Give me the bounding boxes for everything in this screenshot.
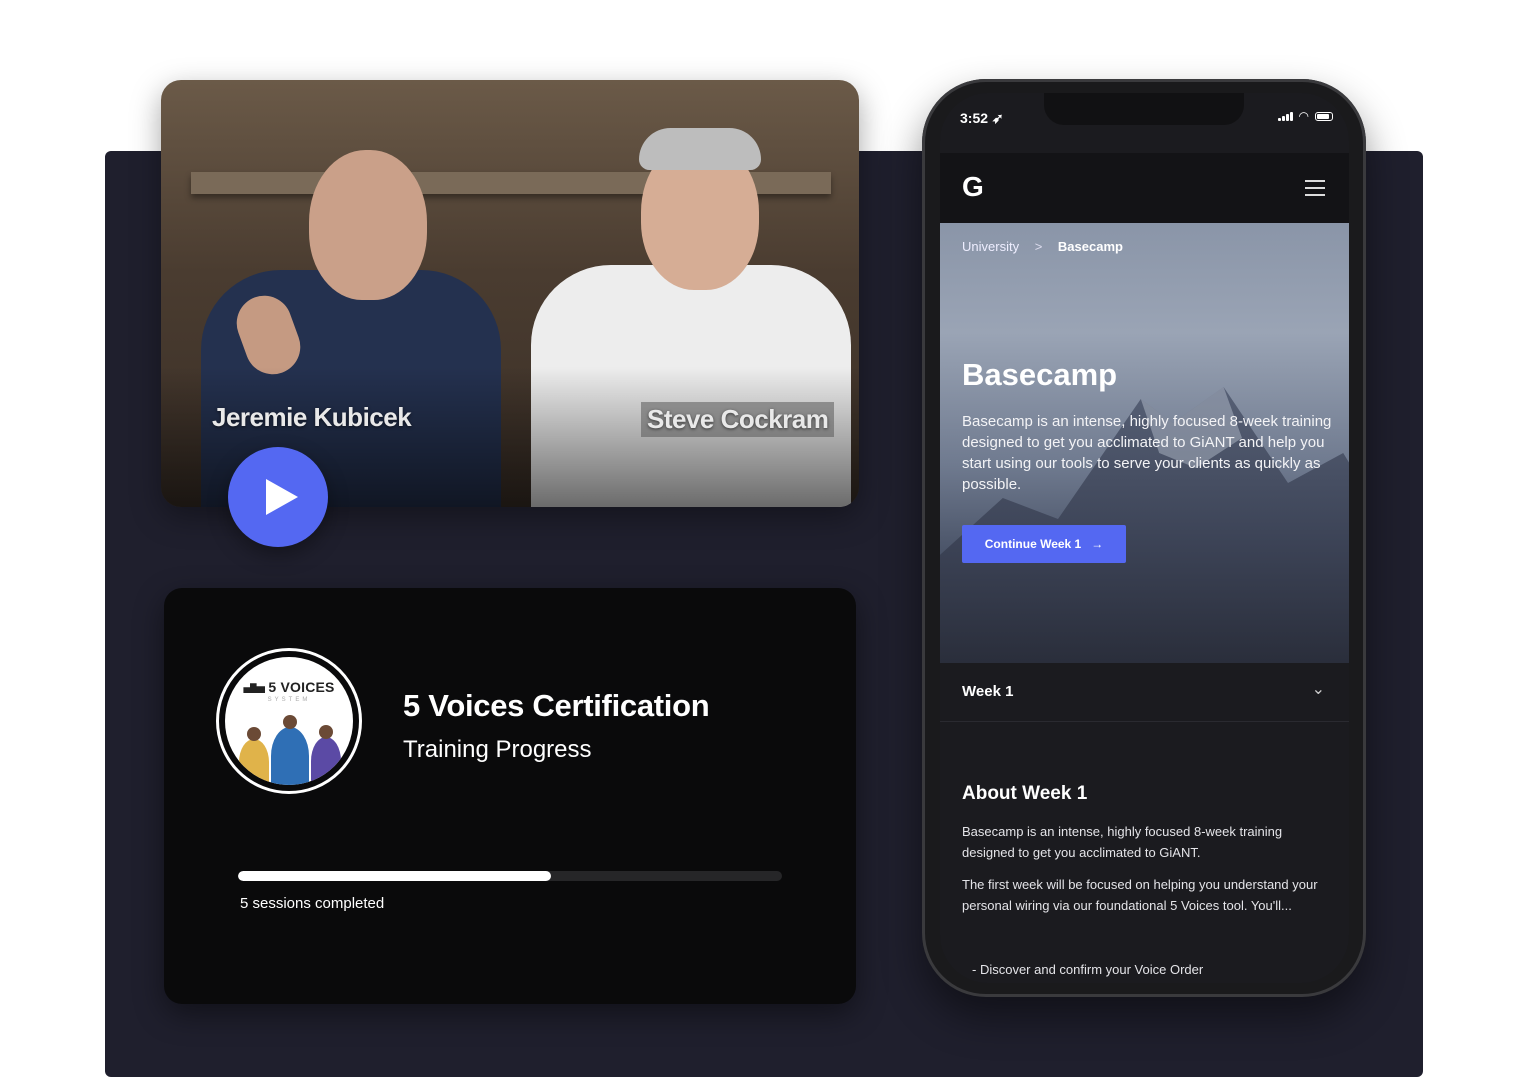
- signal-icon: [1277, 111, 1293, 121]
- breadcrumb: University > Basecamp: [962, 239, 1123, 254]
- presenter-name-left: Jeremie Kubicek: [212, 402, 412, 432]
- location-arrow-icon: ➶: [991, 110, 1004, 126]
- hero-description: Basecamp is an intense, highly focused 8…: [962, 413, 1332, 493]
- certification-title: 5 Voices Certification: [403, 688, 710, 723]
- phone-notch: [1044, 93, 1244, 125]
- play-button[interactable]: [228, 447, 328, 547]
- about-paragraph-1: Basecamp is an intense, highly focused 8…: [962, 824, 1283, 860]
- hero-section: University > Basecamp Basecamp Basecamp …: [940, 223, 1349, 663]
- page-title: Basecamp: [962, 357, 1118, 392]
- status-time: 3:52: [960, 110, 989, 126]
- menu-icon[interactable]: [1305, 180, 1325, 196]
- progress-bar: [238, 871, 782, 881]
- continue-week-button[interactable]: Continue Week 1 →: [962, 525, 1126, 563]
- certification-badge: 5 VOICES SYSTEM: [216, 648, 362, 794]
- presenter-name-right: Steve Cockram: [641, 402, 835, 437]
- play-icon: [266, 479, 298, 515]
- breadcrumb-separator: >: [1034, 239, 1043, 254]
- badge-people-illustration: [233, 715, 345, 785]
- badge-logo-text: 5 VOICES: [268, 679, 335, 695]
- app-header: G: [940, 153, 1349, 223]
- video-thumbnail[interactable]: Jeremie Kubicek Steve Cockram: [161, 80, 859, 507]
- arrow-right-icon: →: [1091, 537, 1104, 551]
- giant-logo[interactable]: G: [962, 171, 984, 203]
- about-list-item: - Discover and confirm your Voice Order: [972, 962, 1204, 977]
- certification-subtitle: Training Progress: [403, 736, 592, 763]
- progress-bar-fill: [238, 871, 551, 881]
- battery-icon: [1315, 111, 1333, 121]
- status-icons: ◠: [1277, 109, 1333, 123]
- phone-frame: 3:52 ➶ ◠ G University > Basecamp Basecam…: [922, 79, 1366, 997]
- badge-sub-text: SYSTEM: [267, 697, 311, 703]
- about-paragraph-2: The first week will be focused on helpin…: [962, 877, 1318, 913]
- breadcrumb-university[interactable]: University: [962, 239, 1019, 254]
- progress-label: 5 sessions completed: [240, 895, 385, 912]
- breadcrumb-current: Basecamp: [1057, 239, 1123, 254]
- speech-blocks-icon: [243, 683, 266, 694]
- chevron-down-icon: ⌄: [1311, 681, 1325, 698]
- continue-week-label: Continue Week 1: [984, 537, 1082, 551]
- about-title: About Week 1: [962, 783, 1088, 804]
- accordion-label: Week 1: [962, 683, 1014, 700]
- week-1-accordion[interactable]: Week 1 ⌄: [940, 663, 1349, 722]
- certification-card: 5 VOICES SYSTEM 5 Voices Certification T…: [164, 588, 856, 1004]
- wifi-icon: ◠: [1298, 109, 1309, 123]
- phone-screen: 3:52 ➶ ◠ G University > Basecamp Basecam…: [940, 93, 1349, 983]
